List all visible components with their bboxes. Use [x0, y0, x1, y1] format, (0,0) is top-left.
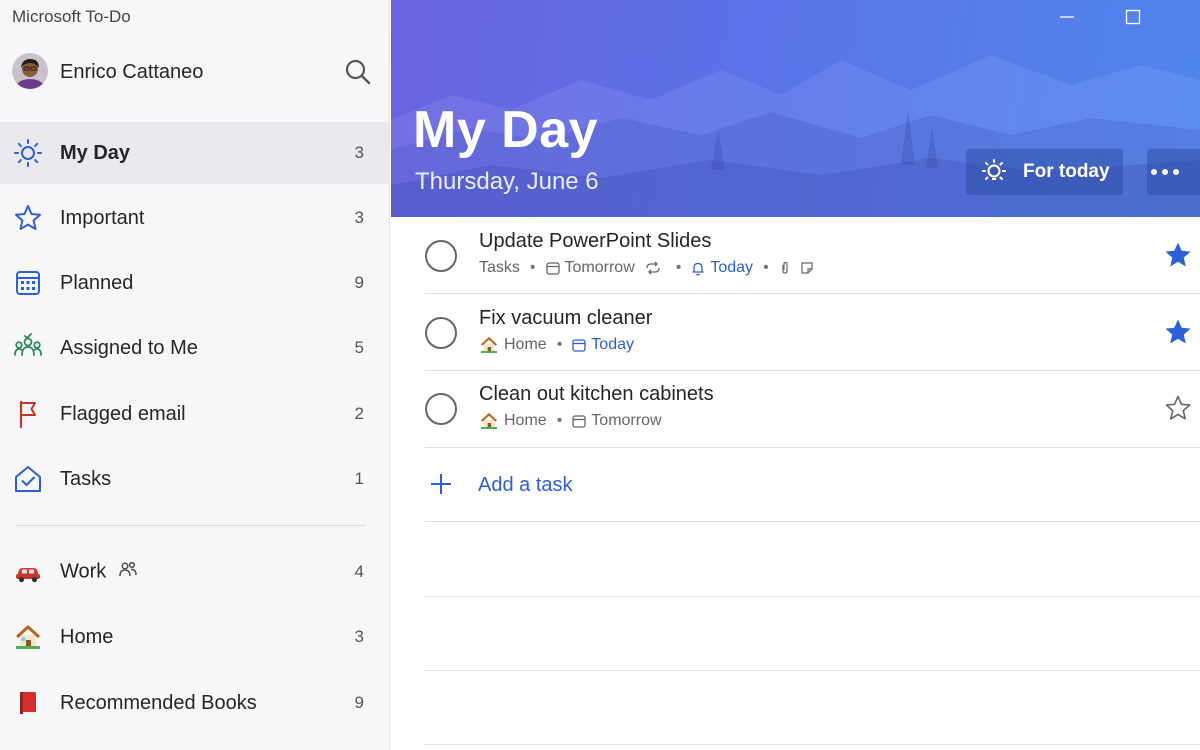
task-list-name: Home: [504, 336, 547, 353]
task-complete-checkbox[interactable]: [425, 393, 457, 425]
sidebar-item-count: 4: [354, 562, 364, 581]
task-due-date: Today: [591, 336, 634, 353]
sidebar-item-count: 9: [354, 693, 364, 712]
sidebar-item-label: Assigned to Me: [60, 336, 198, 359]
sidebar-list-home[interactable]: Home 3: [0, 606, 390, 668]
sidebar-item-planned[interactable]: Planned 9: [0, 252, 390, 314]
page-title: My Day: [413, 101, 599, 159]
task-title: Fix vacuum cleaner: [479, 307, 653, 329]
lightbulb-icon: [980, 158, 1008, 191]
sidebar-item-flagged-email[interactable]: Flagged email 2: [0, 383, 390, 445]
house-emoji-icon: [479, 411, 499, 431]
list-name: Work: [60, 560, 107, 583]
task-complete-checkbox[interactable]: [425, 240, 457, 272]
sidebar-item-label: Recommended Books: [60, 691, 257, 714]
calendar-icon: [12, 267, 44, 299]
page-date: Thursday, June 6: [415, 168, 599, 195]
task-meta: Tasks • Tomorrow • Today •: [479, 259, 819, 277]
header: My Day Thursday, June 6 For today: [391, 0, 1200, 217]
star-outline-icon: [1165, 395, 1191, 420]
task-reminder: Today: [710, 259, 754, 276]
task-row[interactable]: Fix vacuum cleaner Home • Today: [425, 294, 1200, 371]
search-icon: [345, 59, 371, 85]
task-importance-star[interactable]: [1162, 392, 1194, 424]
due-date-icon: [572, 338, 586, 352]
add-task-row[interactable]: Add a task: [425, 448, 1200, 522]
flag-icon: [12, 398, 44, 430]
maximize-button[interactable]: [1113, 4, 1153, 30]
main-panel: My Day Thursday, June 6 For today Update…: [391, 0, 1200, 750]
due-date-icon: [545, 261, 560, 275]
sidebar-item-label: Flagged email: [60, 402, 186, 425]
task-row[interactable]: Clean out kitchen cabinets Home • Tomorr…: [425, 371, 1200, 448]
sidebar-item-label: My Day: [60, 141, 131, 164]
search-button[interactable]: [342, 56, 374, 88]
task-row[interactable]: Update PowerPoint Slides Tasks • Tomorro…: [425, 217, 1200, 294]
task-title: Update PowerPoint Slides: [479, 230, 712, 252]
car-emoji-icon: [12, 556, 44, 588]
more-dots-icon: [1151, 169, 1179, 175]
sidebar-item-count: 5: [354, 338, 364, 357]
task-due-date: Tomorrow: [591, 412, 662, 429]
sidebar: Microsoft To-Do Enrico Cattaneo My Day 3…: [0, 0, 390, 750]
sidebar-item-label: Important: [60, 206, 145, 229]
add-task-label: Add a task: [478, 474, 573, 496]
house-emoji-icon: [12, 621, 44, 653]
sidebar-item-count: 3: [354, 627, 364, 646]
sidebar-item-count: 9: [354, 273, 364, 292]
task-list-name: Home: [504, 412, 547, 429]
task-meta: Home • Today: [479, 335, 634, 355]
repeat-icon: [645, 261, 661, 275]
for-today-label: For today: [1023, 161, 1110, 182]
task-list-name: Tasks: [479, 259, 520, 276]
sidebar-item-count: 1: [354, 469, 364, 488]
plus-icon: [429, 472, 453, 501]
task-meta: Home • Tomorrow: [479, 411, 662, 431]
star-icon: [12, 202, 44, 234]
profile-name: Enrico Cattaneo: [60, 61, 204, 83]
sidebar-item-label: Home: [60, 625, 114, 648]
book-emoji-icon: [12, 687, 44, 719]
task-complete-checkbox[interactable]: [425, 317, 457, 349]
sidebar-item-my-day[interactable]: My Day 3: [0, 122, 390, 184]
sidebar-divider: [16, 525, 366, 526]
star-filled-icon: [1165, 242, 1191, 267]
sidebar-item-count: 2: [354, 404, 364, 423]
sidebar-item-label: Tasks: [60, 467, 112, 490]
task-title: Clean out kitchen cabinets: [479, 383, 714, 405]
bell-icon: [691, 261, 705, 276]
people-icon: [12, 332, 44, 364]
sidebar-item-label: Planned: [60, 271, 134, 294]
house-emoji-icon: [479, 335, 499, 355]
sidebar-item-count: 3: [354, 143, 364, 162]
sidebar-item-count: 3: [354, 208, 364, 227]
task-due-date: Tomorrow: [564, 259, 635, 276]
attachment-icon: [779, 261, 791, 275]
for-today-button[interactable]: For today: [966, 149, 1123, 195]
sidebar-list-work[interactable]: Work 4: [0, 541, 390, 603]
empty-row-line: [425, 744, 1200, 745]
sidebar-list-recommended-books[interactable]: Recommended Books 9: [0, 672, 390, 734]
empty-row-line: [425, 670, 1200, 671]
more-options-button[interactable]: [1147, 149, 1200, 195]
due-date-icon: [572, 414, 586, 428]
minimize-button[interactable]: [1047, 4, 1087, 30]
app-title: Microsoft To-Do: [12, 7, 131, 26]
profile[interactable]: Enrico Cattaneo: [0, 44, 390, 102]
shared-people-icon: [118, 560, 138, 584]
sun-icon: [12, 137, 44, 169]
empty-row-line: [425, 596, 1200, 597]
home-check-icon: [12, 463, 44, 495]
sidebar-item-assigned-to-me[interactable]: Assigned to Me 5: [0, 317, 390, 379]
avatar[interactable]: [12, 53, 48, 89]
minimize-icon: [1060, 16, 1074, 18]
sidebar-item-label: Work: [60, 560, 138, 584]
task-importance-star[interactable]: [1162, 239, 1194, 271]
task-importance-star[interactable]: [1162, 316, 1194, 348]
star-filled-icon: [1165, 319, 1191, 344]
sidebar-item-important[interactable]: Important 3: [0, 187, 390, 249]
maximize-icon: [1125, 9, 1141, 25]
sidebar-item-tasks[interactable]: Tasks 1: [0, 448, 390, 510]
note-icon: [800, 261, 814, 275]
